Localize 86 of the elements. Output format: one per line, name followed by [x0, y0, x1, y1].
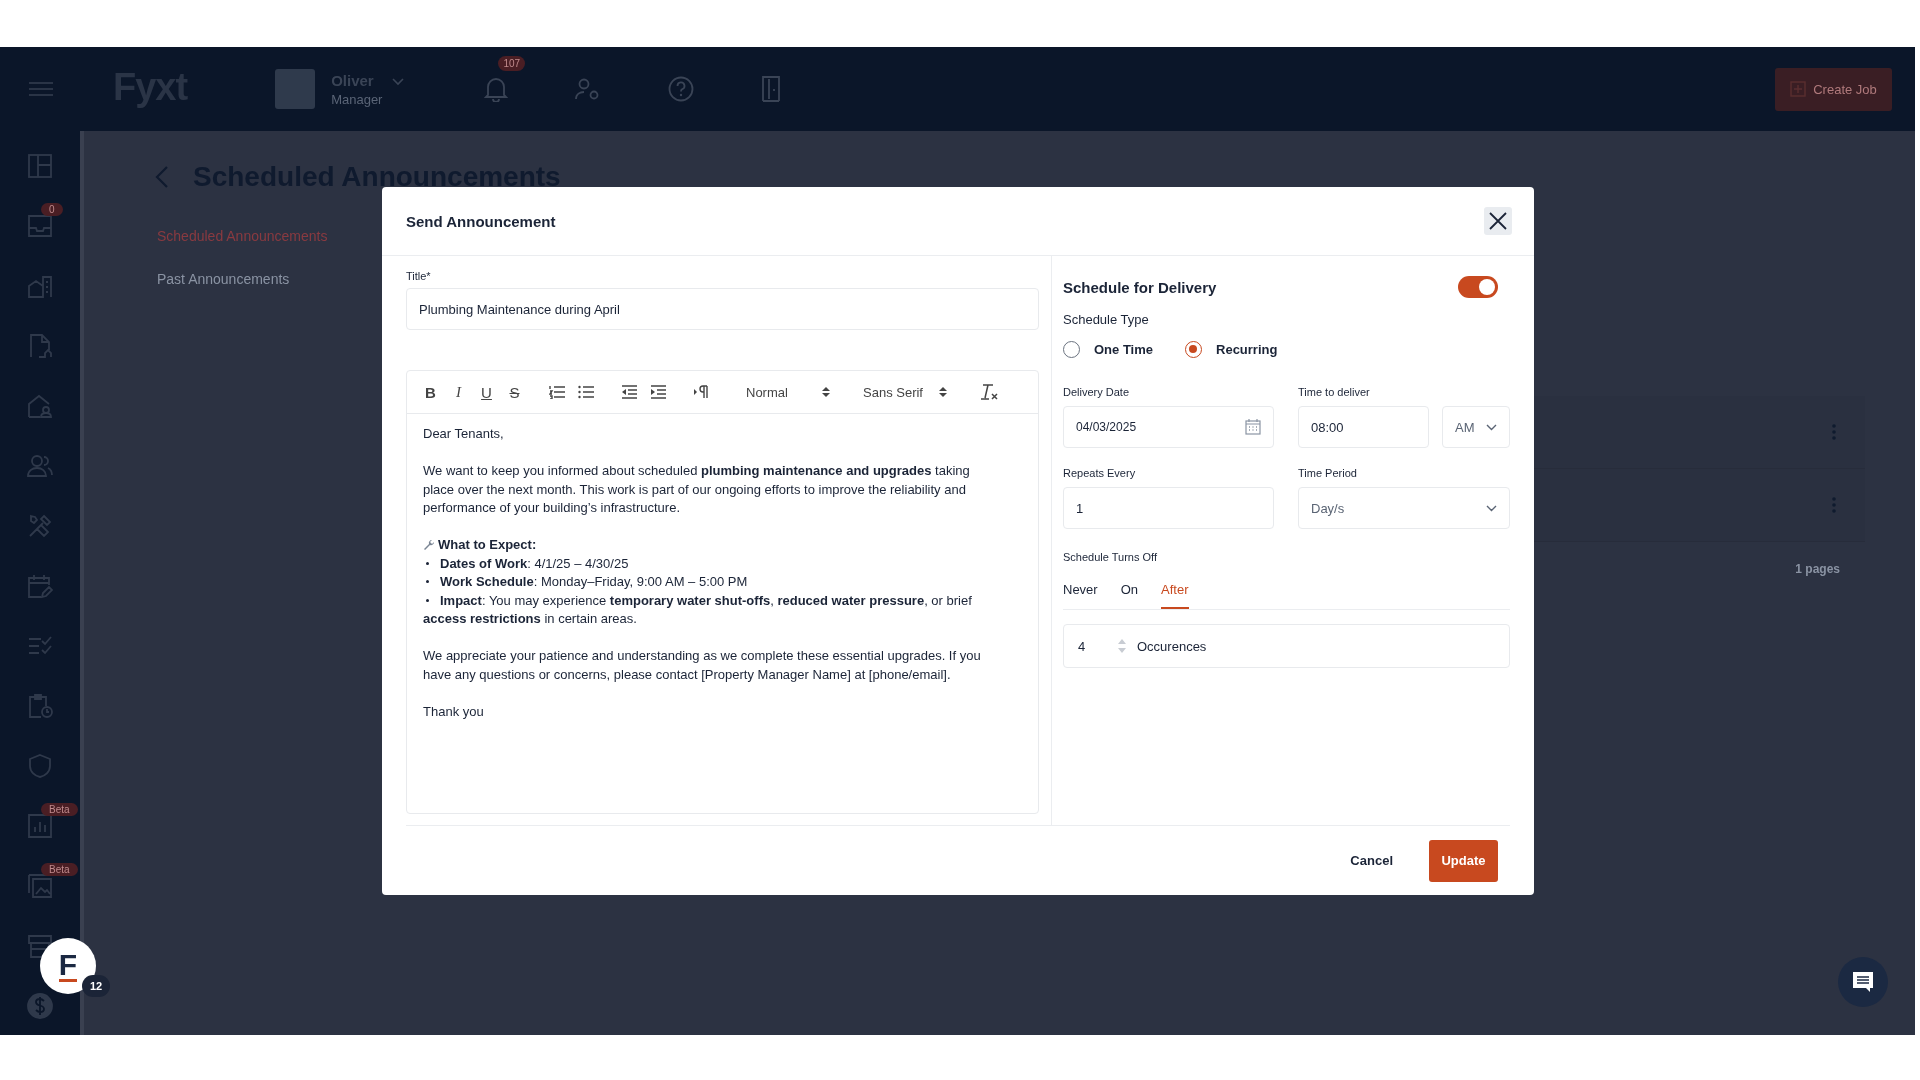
- radio-label[interactable]: Recurring: [1216, 342, 1278, 357]
- bell-icon[interactable]: [484, 76, 509, 102]
- list-item: Work Schedule: Monday–Friday, 9:00 AM – 5:00 PM: [423, 573, 993, 592]
- tab[interactable]: After: [1161, 582, 1189, 609]
- plus-square-icon: [1790, 81, 1807, 97]
- period-dropdown[interactable]: Day/s: [1298, 487, 1510, 529]
- document-icon[interactable]: [27, 333, 53, 359]
- tab[interactable]: Never: [1063, 582, 1098, 609]
- help-icon[interactable]: [668, 76, 695, 102]
- count-badge: Beta: [41, 863, 78, 876]
- title-field[interactable]: Plumbing Maintenance during April: [406, 288, 1039, 330]
- buildings-icon[interactable]: [27, 273, 53, 299]
- clear-format-icon[interactable]: [980, 384, 998, 400]
- chevron-icon[interactable]: [392, 78, 405, 86]
- meridiem-dropdown[interactable]: AM: [1442, 406, 1510, 448]
- section-title: Schedule for Delivery: [1063, 278, 1217, 296]
- gallery-icon[interactable]: [27, 873, 53, 899]
- close-button[interactable]: [1484, 207, 1512, 235]
- more-options-icon[interactable]: [1831, 423, 1837, 441]
- dollar-icon[interactable]: [27, 993, 53, 1019]
- unit-label: Occurences: [1137, 638, 1207, 654]
- chevron-down-icon: [1486, 504, 1497, 512]
- bullet-list-icon[interactable]: [578, 385, 594, 399]
- notification-badge: 107: [498, 56, 526, 71]
- field-label: Delivery Date: [1063, 386, 1131, 398]
- count-badge: Beta: [41, 803, 78, 816]
- sort-arrows-icon: [939, 386, 947, 398]
- text-editor[interactable]: [406, 370, 1039, 814]
- list-item: Dates of Work: 4/1/25 – 4/30/25: [423, 554, 993, 573]
- count-badge: 12: [82, 975, 111, 997]
- bold-button[interactable]: B: [423, 383, 438, 401]
- field-label: Schedule Type: [1063, 312, 1150, 327]
- numbered-list-icon[interactable]: [549, 385, 565, 399]
- paragraph: We appreciate your patience and understanding as we complete these essential upgrades. If you have any questions or concerns, please contact [Property Manager Name] at [phone/email].: [423, 647, 982, 684]
- text-direction-icon[interactable]: [693, 385, 709, 399]
- field-label: Schedule Turns Off: [1063, 551, 1158, 563]
- toggle-switch[interactable]: [1458, 276, 1498, 298]
- repeat-field[interactable]: 1: [1063, 487, 1274, 529]
- date-field[interactable]: 04/03/2025: [1063, 406, 1274, 448]
- calendar-icon[interactable]: [1245, 419, 1261, 435]
- field-label: Title*: [406, 270, 432, 282]
- underline-button[interactable]: U: [479, 383, 494, 401]
- shield-icon[interactable]: [27, 753, 53, 779]
- strikethrough-button[interactable]: S: [507, 383, 522, 401]
- people-icon[interactable]: [27, 453, 53, 479]
- more-options-icon[interactable]: [1831, 496, 1837, 514]
- count-badge: 0: [41, 203, 63, 216]
- page-count: 1 pages: [1795, 562, 1840, 576]
- indent-icon[interactable]: [650, 385, 666, 399]
- field-label: Repeats Every: [1063, 467, 1137, 479]
- update-button[interactable]: Update: [1429, 839, 1498, 882]
- outdent-icon[interactable]: [621, 385, 637, 399]
- format-dropdown[interactable]: Normal: [746, 384, 830, 400]
- menu-icon[interactable]: [28, 82, 54, 96]
- format-dropdown[interactable]: Sans Serif: [863, 384, 947, 400]
- radio-label[interactable]: One Time: [1094, 342, 1153, 357]
- field-label: Time to deliver: [1298, 386, 1371, 398]
- stepper-icon[interactable]: [1118, 638, 1126, 654]
- field-label: Time Period: [1298, 467, 1358, 479]
- house-icon[interactable]: [27, 393, 53, 419]
- tab[interactable]: On: [1120, 582, 1139, 609]
- occurrences-field[interactable]: 4 Occurences: [1063, 624, 1510, 668]
- sort-arrows-icon: [822, 386, 830, 398]
- chat-icon: [1852, 971, 1874, 993]
- cancel-button[interactable]: Cancel: [1344, 852, 1399, 869]
- italic-button[interactable]: I: [451, 383, 466, 401]
- wrench-icon: [423, 539, 435, 552]
- dialog-title: Send Announcement: [406, 212, 556, 230]
- create-job-button[interactable]: Create Job: [1775, 67, 1892, 111]
- chart-icon[interactable]: [27, 813, 53, 839]
- dashboard-icon[interactable]: [27, 153, 53, 179]
- user-role: Manager: [331, 91, 383, 107]
- clipboard-icon[interactable]: [27, 693, 53, 719]
- paragraph: We want to keep you informed about scheduled plumbing maintenance and upgrades taking place over the next month. This work is part of our ongoing efforts to improve the reliability and performance of your building’s infrastructure.: [423, 462, 971, 517]
- inbox-icon[interactable]: [27, 213, 53, 239]
- chevron-down-icon: [1486, 423, 1497, 431]
- tools-icon[interactable]: [27, 513, 53, 539]
- calendar-icon[interactable]: [27, 573, 53, 599]
- section-heading: What to Expect:: [438, 536, 537, 554]
- paragraph: Thank you: [423, 702, 485, 721]
- paragraph: Dear Tenants,: [423, 425, 505, 443]
- time-field[interactable]: 08:00: [1298, 406, 1429, 448]
- list-item: Impact: You may experience temporary water shut-offs, reduced water pressure, or brief access restrictions in certain areas.: [423, 591, 973, 628]
- chat-button[interactable]: [1838, 957, 1888, 1007]
- door-icon[interactable]: [760, 76, 783, 102]
- avatar[interactable]: [275, 69, 316, 109]
